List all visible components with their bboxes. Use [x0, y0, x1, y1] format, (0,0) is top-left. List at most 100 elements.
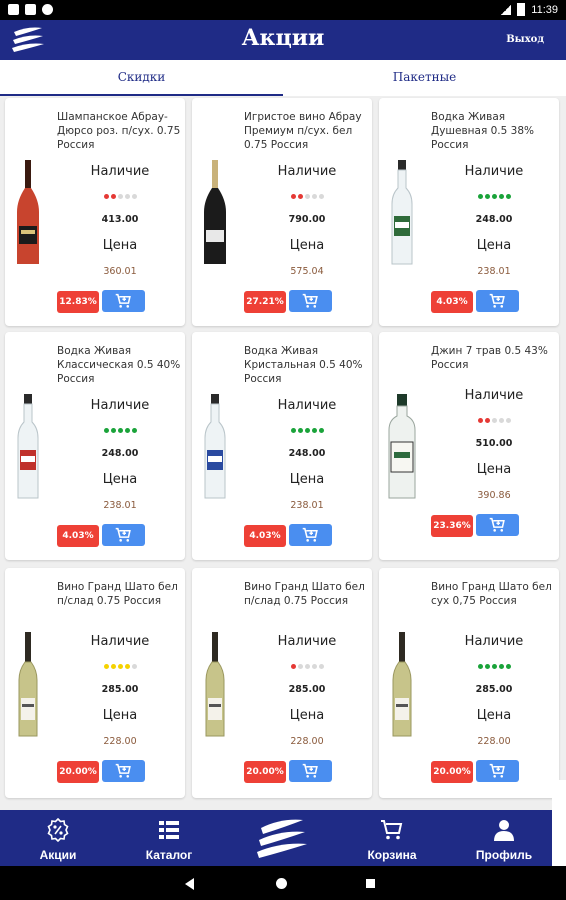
availability-dot [124, 194, 130, 199]
add-to-cart-button[interactable] [102, 760, 145, 782]
product-card[interactable]: Вино Гранд Шато бел п/слад 0.75 Россия На… [192, 568, 372, 798]
recents-icon[interactable] [366, 879, 375, 888]
availability-dot [484, 418, 490, 423]
product-name: Вино Гранд Шато бел п/слад 0.75 Россия [57, 581, 178, 607]
clock: 11:39 [531, 3, 558, 16]
product-card[interactable]: Джин 7 трав 0.5 43% Россия Наличие 510.00 Ц… [379, 332, 559, 560]
availability-dots [244, 428, 370, 433]
availability-dot [491, 194, 497, 199]
product-image [388, 394, 416, 499]
availability-dot [318, 428, 324, 433]
product-price: 575.04 [290, 266, 324, 277]
add-to-cart-button[interactable] [476, 514, 519, 536]
product-image [391, 160, 413, 265]
availability-label: Наличие [464, 388, 524, 403]
availability-dot [505, 664, 511, 669]
battery-icon [517, 3, 526, 16]
nav-item-catalog[interactable]: Каталог [124, 810, 214, 866]
add-to-cart-button[interactable] [476, 760, 519, 782]
availability-dot [290, 664, 296, 669]
availability-dot [311, 428, 317, 433]
product-name: Шампанское Абрау-Дюрсо роз. п/сух. 0.75 … [57, 111, 181, 151]
availability-label: Наличие [277, 398, 337, 413]
price-label: Цена [476, 462, 512, 477]
availability-dot [103, 428, 109, 433]
tab-bundles[interactable]: Пакетные [283, 70, 566, 84]
product-price: 238.01 [477, 266, 511, 277]
product-name: Водка Живая Классическая 0.5 40% Россия [57, 345, 181, 385]
product-name: Водка Живая Кристальная 0.5 40% Россия [244, 345, 363, 385]
stock-value: 248.00 [475, 214, 513, 225]
product-card[interactable]: Игристое вино Абрау Премиум п/сух. бел 0… [192, 98, 372, 326]
app-bar: Акции Выход [0, 20, 566, 60]
stock-value: 790.00 [288, 214, 326, 225]
nav-label: Профиль [475, 848, 533, 862]
tab-discounts[interactable]: Скидки [0, 70, 283, 84]
back-icon[interactable] [185, 878, 194, 890]
product-price: 238.01 [103, 500, 137, 511]
nav-item-profile[interactable]: Профиль [459, 810, 549, 866]
add-to-cart-icon [489, 763, 505, 778]
product-card[interactable]: Водка Живая Душевная 0.5 38% Россия Налич… [379, 98, 559, 326]
active-tab-indicator [0, 94, 283, 96]
logo-icon[interactable] [253, 814, 309, 864]
add-to-cart-button[interactable] [289, 760, 332, 782]
availability-dot [297, 428, 303, 433]
add-to-cart-button[interactable] [289, 524, 332, 546]
product-name: Вино Гранд Шато бел сух 0,75 Россия [431, 581, 552, 607]
price-label: Цена [102, 472, 138, 487]
availability-dot [477, 664, 483, 669]
discount-badge: 4.03% [57, 525, 99, 547]
availability-dot [110, 428, 116, 433]
bottom-nav: Акции Каталог Корзина Профиль [0, 810, 552, 866]
product-card[interactable]: Водка Живая Классическая 0.5 40% Россия Н… [5, 332, 185, 560]
availability-dot [117, 194, 123, 199]
add-to-cart-icon [115, 763, 131, 778]
availability-dot [124, 428, 130, 433]
notification-icons [8, 4, 53, 15]
status-icons: 11:39 [501, 3, 558, 16]
exit-button[interactable]: Выход [506, 34, 544, 45]
add-to-cart-icon [489, 517, 505, 532]
product-price: 228.00 [103, 736, 137, 747]
product-card[interactable]: Вино Гранд Шато бел п/слад 0.75 Россия На… [5, 568, 185, 798]
product-card[interactable]: Водка Живая Кристальная 0.5 40% Россия На… [192, 332, 372, 560]
add-to-cart-icon [302, 293, 318, 308]
availability-label: Наличие [464, 164, 524, 179]
availability-label: Наличие [277, 634, 337, 649]
product-card[interactable]: Шампанское Абрау-Дюрсо роз. п/сух. 0.75 … [5, 98, 185, 326]
add-to-cart-button[interactable] [102, 524, 145, 546]
product-card[interactable]: Вино Гранд Шато бел сух 0,75 Россия Налич… [379, 568, 559, 798]
home-icon[interactable] [276, 878, 287, 889]
availability-dot [498, 664, 504, 669]
availability-dot [505, 418, 511, 423]
add-to-cart-button[interactable] [102, 290, 145, 312]
nav-label: Корзина [367, 848, 417, 862]
product-image [204, 394, 226, 499]
add-to-cart-button[interactable] [289, 290, 332, 312]
product-price: 228.00 [290, 736, 324, 747]
availability-dot [491, 418, 497, 423]
availability-label: Наличие [90, 398, 150, 413]
add-to-cart-icon [115, 293, 131, 308]
stock-value: 248.00 [101, 448, 139, 459]
system-nav-bar [0, 866, 566, 900]
availability-dot [290, 428, 296, 433]
product-image [18, 632, 38, 737]
availability-label: Наличие [277, 164, 337, 179]
stock-value: 285.00 [475, 684, 513, 695]
availability-label: Наличие [90, 164, 150, 179]
availability-dot [131, 664, 137, 669]
availability-dot [491, 664, 497, 669]
availability-dot [484, 664, 490, 669]
product-name: Вино Гранд Шато бел п/слад 0.75 Россия [244, 581, 365, 607]
availability-dot [311, 664, 317, 669]
add-to-cart-button[interactable] [476, 290, 519, 312]
nav-item-promotions[interactable]: Акции [13, 810, 103, 866]
availability-dot [484, 194, 490, 199]
discount-badge: 20.00% [57, 761, 99, 783]
discount-badge: 23.36% [431, 515, 473, 537]
stock-value: 285.00 [101, 684, 139, 695]
availability-dot [103, 664, 109, 669]
nav-item-cart[interactable]: Корзина [347, 810, 437, 866]
